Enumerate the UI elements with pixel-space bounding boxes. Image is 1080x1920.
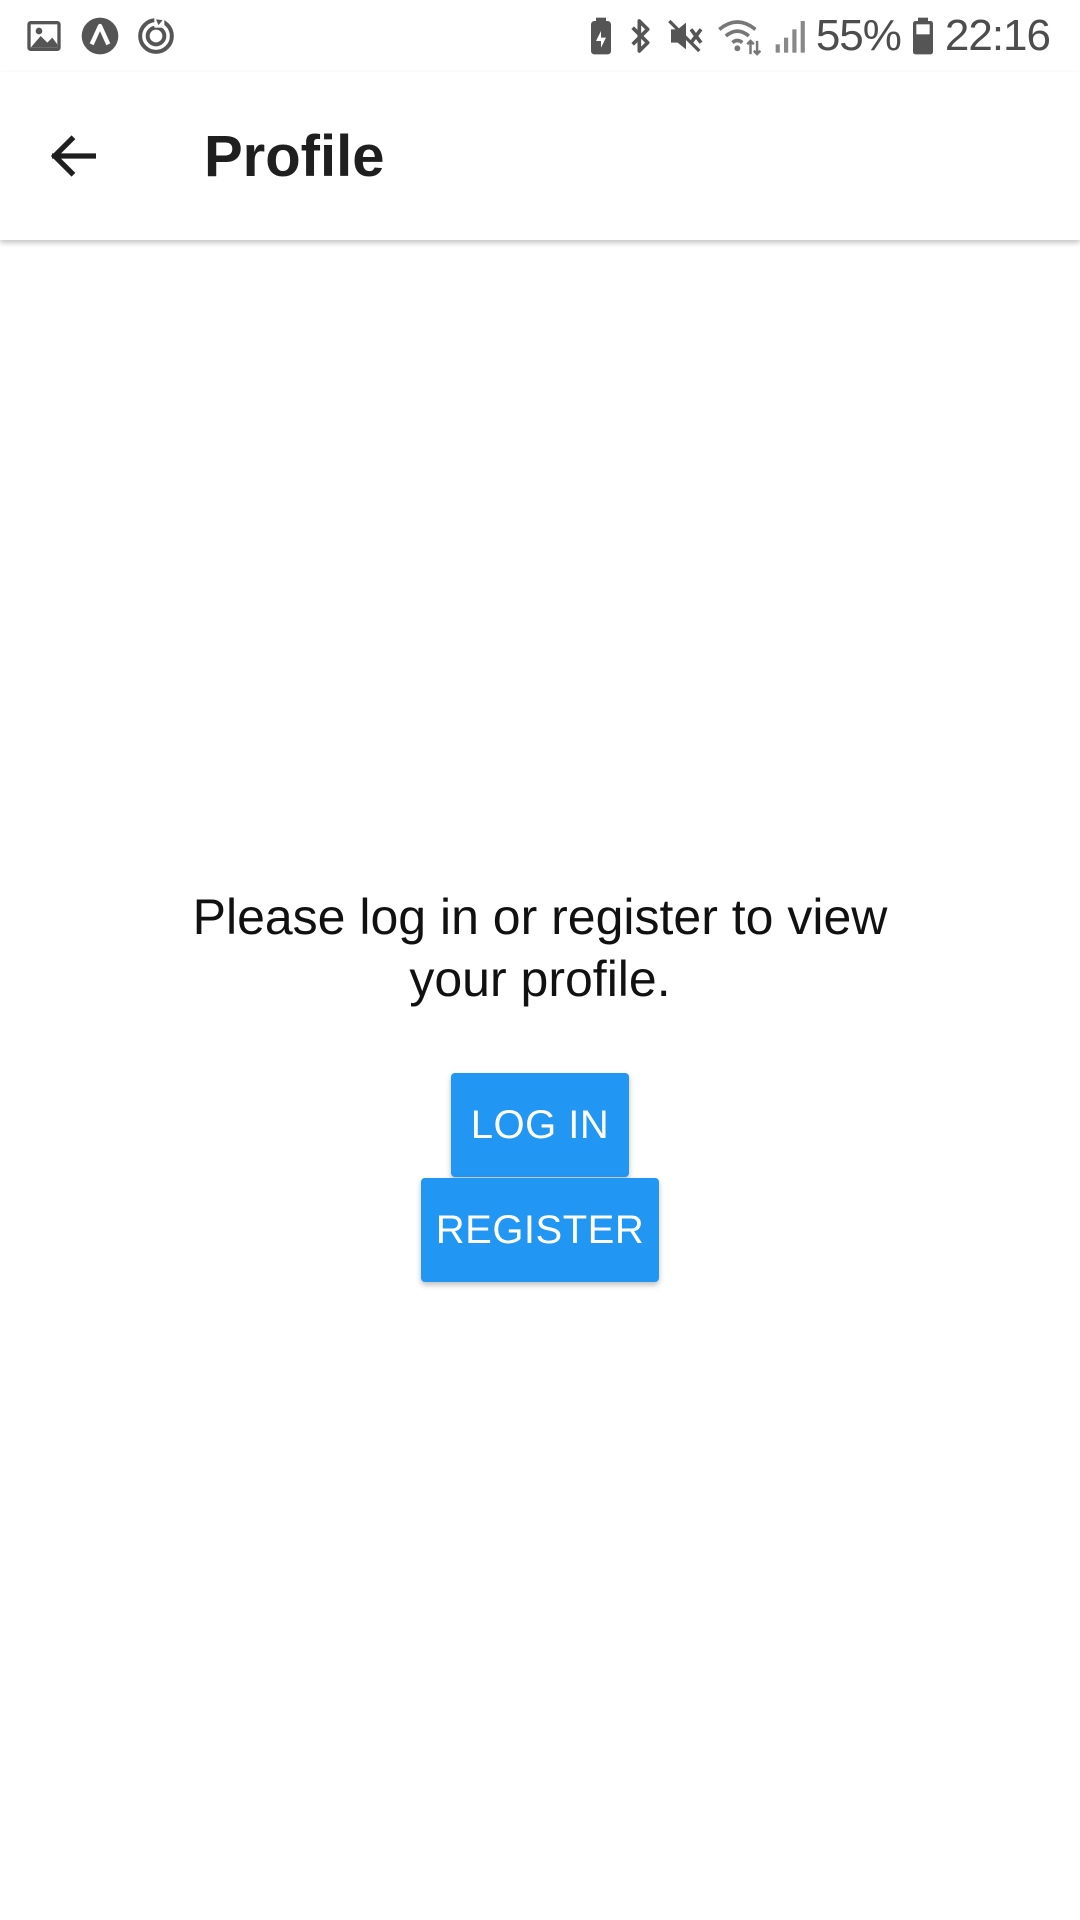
wifi-icon	[716, 16, 762, 56]
back-button[interactable]	[34, 116, 114, 196]
app-bar: Profile	[0, 72, 1080, 240]
battery-saver-icon	[586, 16, 616, 56]
battery-icon	[911, 16, 935, 56]
clock-time: 22:16	[944, 11, 1051, 60]
app-circle-icon	[80, 16, 120, 56]
status-system-icons: 55% 22:16	[586, 10, 1051, 62]
battery-percent: 55%	[815, 11, 902, 60]
arrow-left-icon	[50, 135, 96, 177]
status-bar: 55% 22:16	[0, 0, 1080, 72]
login-prompt-message: Please log in or register to view your p…	[192, 889, 888, 1007]
main-content: Please log in or register to view your p…	[0, 240, 1080, 1920]
bluetooth-icon	[626, 16, 656, 56]
signal-icon	[772, 16, 806, 56]
register-button[interactable]: REGISTER	[421, 1178, 659, 1282]
status-notification-icons	[24, 14, 176, 58]
login-button[interactable]: LOG IN	[451, 1073, 629, 1177]
screen: 55% 22:16 Profile Please log in or regis…	[0, 0, 1080, 1920]
sync-icon	[136, 16, 176, 56]
page-title: Profile	[204, 124, 385, 189]
vibrate-mute-icon	[666, 16, 706, 56]
gallery-icon	[24, 16, 64, 56]
